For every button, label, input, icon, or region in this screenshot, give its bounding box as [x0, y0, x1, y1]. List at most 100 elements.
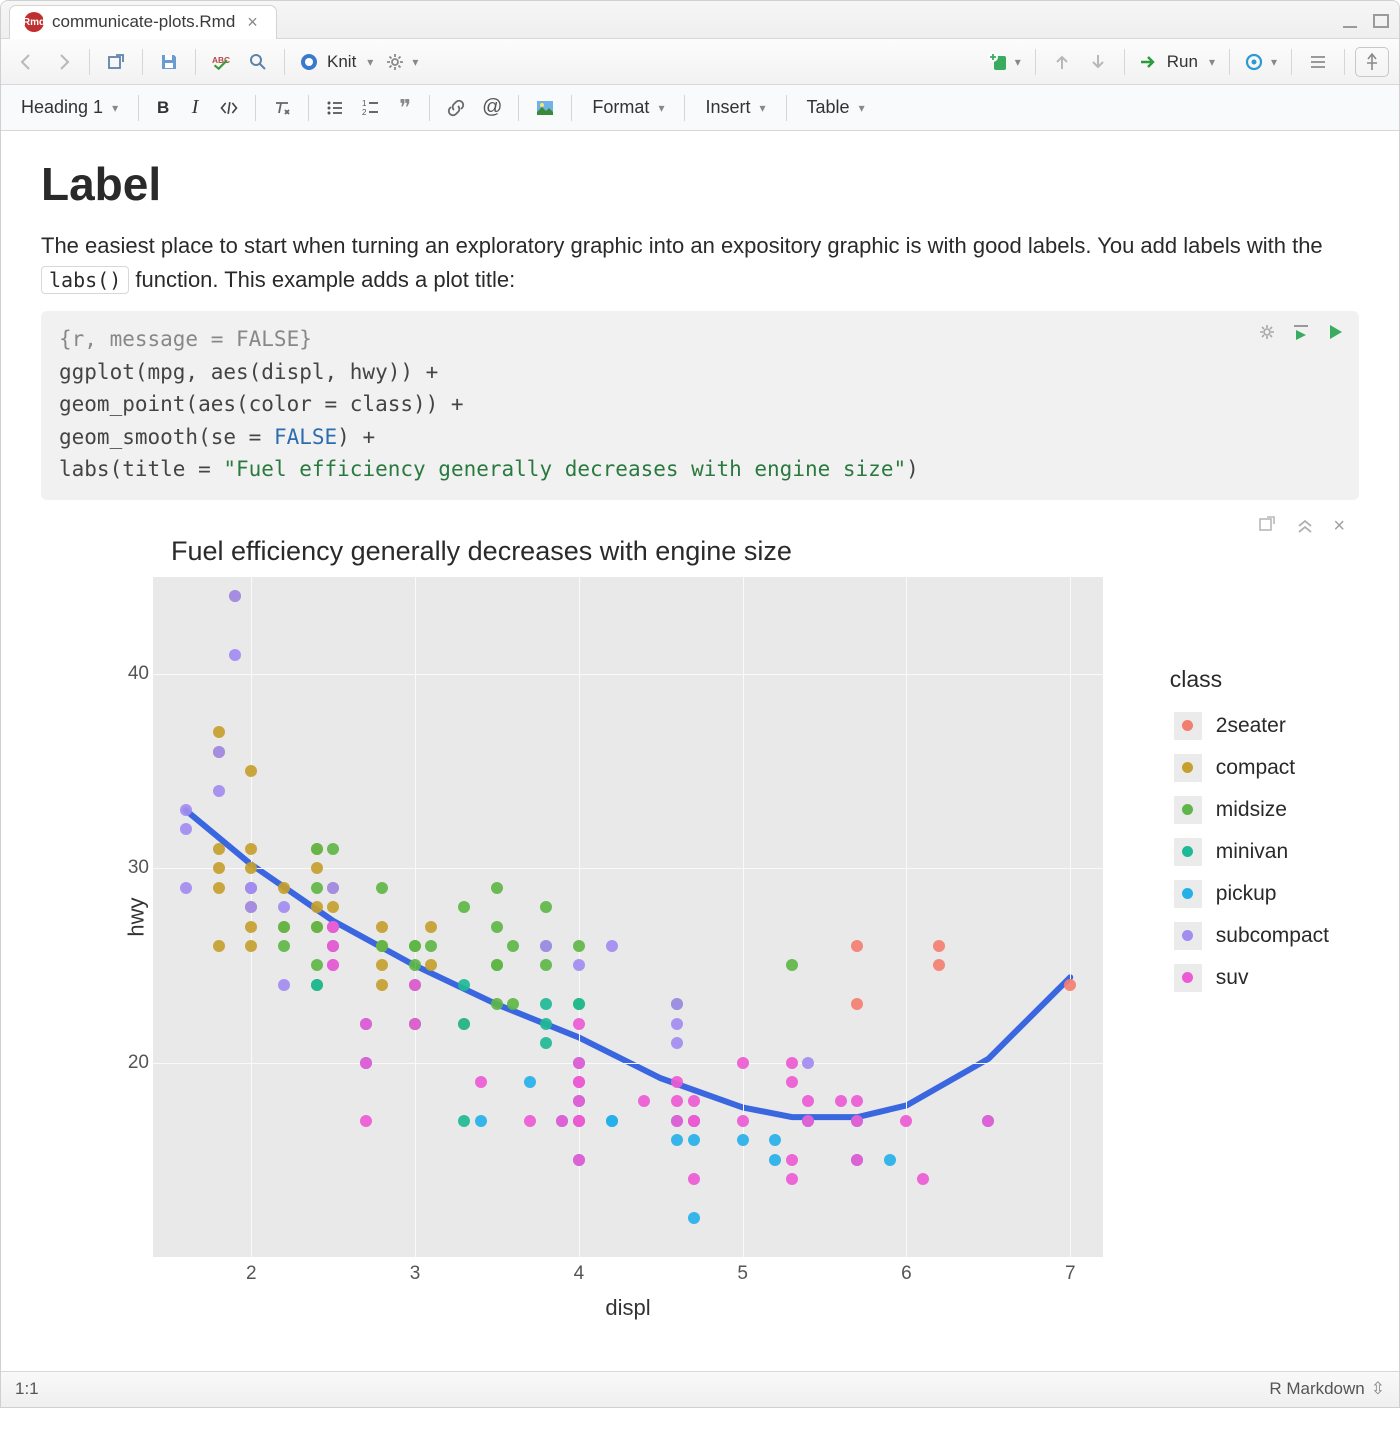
bullet-list-button[interactable] [319, 93, 351, 123]
y-tick: 40 [113, 663, 149, 685]
code-button[interactable] [213, 93, 245, 123]
spellcheck-icon[interactable]: ABC [206, 47, 238, 77]
outline-icon[interactable] [1302, 47, 1334, 77]
editor-content[interactable]: Label The easiest place to start when tu… [1, 131, 1399, 1371]
plot-legend: class 2seatercompactmidsizeminivanpickup… [1158, 658, 1345, 1321]
popout-icon[interactable] [100, 47, 132, 77]
run-button[interactable]: Run ▾ [1135, 52, 1219, 72]
scatter-point [376, 882, 388, 894]
scatter-point [278, 979, 290, 991]
visual-editor-toggle[interactable] [1355, 47, 1389, 77]
run-next-icon[interactable] [1082, 47, 1114, 77]
maximize-icon[interactable] [1371, 12, 1391, 28]
svg-text:2: 2 [362, 108, 367, 117]
minimize-icon[interactable] [1341, 12, 1361, 28]
run-above-icon[interactable] [1291, 319, 1311, 352]
scatter-point [491, 882, 503, 894]
x-tick: 6 [901, 1263, 912, 1285]
scatter-point [409, 979, 421, 991]
numbered-list-button[interactable]: 12 [355, 93, 387, 123]
legend-title: class [1170, 666, 1333, 693]
blockquote-button[interactable]: ❞ [391, 93, 419, 123]
scatter-point [245, 921, 257, 933]
scatter-point [688, 1115, 700, 1127]
chevron-down-icon: ▾ [112, 101, 118, 115]
chunk-output: × Fuel efficiency generally decreases wi… [41, 506, 1359, 1341]
bold-button[interactable]: B [149, 93, 177, 123]
file-tab[interactable]: Rmd communicate-plots.Rmd × [9, 5, 277, 39]
publish-button[interactable]: ▾ [1240, 52, 1281, 72]
chunk-toolbar [1257, 319, 1345, 352]
scatter-point [213, 843, 225, 855]
scatter-point [573, 940, 585, 952]
nav-forward-icon[interactable] [47, 47, 79, 77]
legend-swatch [1174, 922, 1202, 950]
save-icon[interactable] [153, 47, 185, 77]
scatter-point [327, 921, 339, 933]
x-tick: 5 [737, 1263, 748, 1285]
chunk-line: ggplot(mpg, aes(displ, hwy)) + [59, 356, 1341, 389]
search-icon[interactable] [242, 47, 274, 77]
scatter-point [458, 1115, 470, 1127]
italic-button[interactable]: I [181, 93, 209, 123]
knit-button[interactable]: Knit ▾ [295, 52, 377, 72]
scatter-point [180, 823, 192, 835]
legend-swatch [1174, 838, 1202, 866]
scatter-point [507, 998, 519, 1010]
table-menu[interactable]: Table▾ [797, 93, 875, 122]
scatter-point [524, 1115, 536, 1127]
link-button[interactable] [440, 93, 472, 123]
knit-label: Knit [323, 52, 360, 72]
insert-menu[interactable]: Insert▾ [695, 93, 775, 122]
chunk-gear-icon[interactable] [1257, 319, 1277, 352]
nav-back-icon[interactable] [11, 47, 43, 77]
scatter-point [671, 998, 683, 1010]
document-mode[interactable]: R Markdown ⇳ [1269, 1379, 1385, 1399]
insert-chunk-button[interactable]: ▾ [984, 52, 1025, 72]
collapse-output-icon[interactable] [1295, 514, 1315, 539]
scatter-point [409, 940, 421, 952]
chunk-line: labs(title = "Fuel efficiency generally … [59, 453, 1341, 486]
scatter-point [475, 1076, 487, 1088]
legend-row: compact [1170, 747, 1333, 789]
code-chunk[interactable]: {r, message = FALSE} ggplot(mpg, aes(dis… [41, 311, 1359, 500]
scatter-point [573, 998, 585, 1010]
y-axis-label: hwy [124, 897, 150, 936]
scatter-point [606, 1115, 618, 1127]
settings-button[interactable]: ▾ [381, 52, 422, 72]
image-button[interactable] [529, 93, 561, 123]
scatter-point [360, 1018, 372, 1030]
x-tick: 2 [246, 1263, 257, 1285]
x-tick: 7 [1065, 1263, 1076, 1285]
citation-button[interactable]: @ [476, 93, 508, 123]
format-menu[interactable]: Format▾ [582, 93, 674, 122]
status-bar: 1:1 R Markdown ⇳ [1, 1371, 1399, 1407]
format-toolbar: Heading 1 ▾ B I 12 ❞ @ Format▾ Insert▾ T… [1, 85, 1399, 131]
scatter-point [491, 959, 503, 971]
run-icon [1139, 52, 1159, 72]
plot-output: Fuel efficiency generally decreases with… [55, 528, 1345, 1321]
scatter-point [311, 862, 323, 874]
scatter-point [245, 882, 257, 894]
legend-row: subcompact [1170, 915, 1333, 957]
clear-output-icon[interactable]: × [1333, 515, 1345, 538]
clear-format-button[interactable] [266, 93, 298, 123]
scatter-point [425, 921, 437, 933]
scatter-point [786, 1076, 798, 1088]
style-select[interactable]: Heading 1 ▾ [11, 93, 128, 122]
scatter-point [540, 1018, 552, 1030]
scatter-point [688, 1134, 700, 1146]
popout-output-icon[interactable] [1257, 514, 1277, 539]
chevron-down-icon: ▾ [658, 101, 664, 115]
legend-swatch [1174, 880, 1202, 908]
scatter-point [327, 940, 339, 952]
chunk-line: geom_point(aes(color = class)) + [59, 388, 1341, 421]
run-prev-icon[interactable] [1046, 47, 1078, 77]
scatter-point [573, 1154, 585, 1166]
close-tab-icon[interactable]: × [243, 12, 262, 33]
scatter-point [360, 1115, 372, 1127]
run-chunk-icon[interactable] [1325, 319, 1345, 352]
style-select-label: Heading 1 [21, 97, 103, 118]
legend-swatch [1174, 712, 1202, 740]
legend-label: 2seater [1216, 714, 1286, 738]
